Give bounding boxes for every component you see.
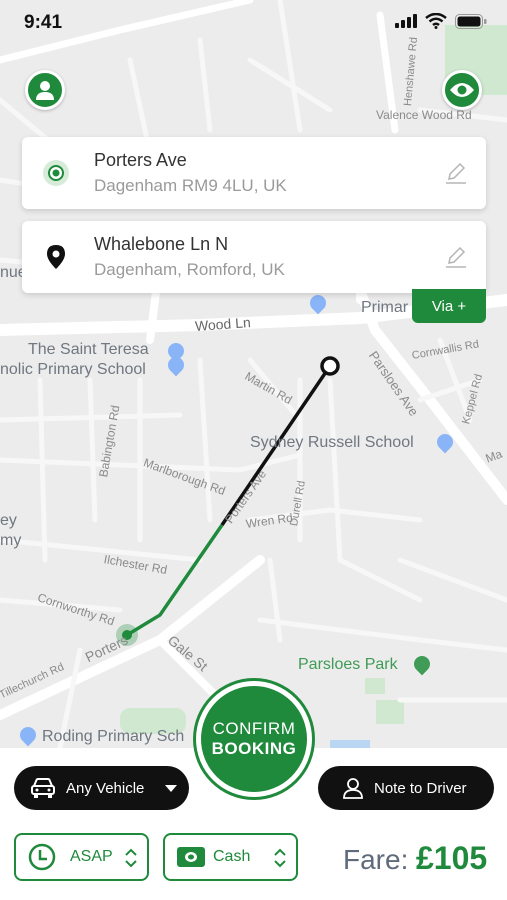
battery-icon [455, 13, 487, 29]
label-ey: ey [0, 512, 17, 529]
confirm-booking-button[interactable]: CONFIRM BOOKING [196, 681, 312, 797]
car-icon [31, 778, 55, 798]
cash-icon [177, 847, 205, 867]
label-roding-primary: Roding Primary Sch [42, 728, 185, 745]
note-to-driver-button[interactable]: Note to Driver [318, 766, 494, 810]
vehicle-selector[interactable]: Any Vehicle [14, 766, 189, 810]
add-via-button[interactable]: Via + [412, 289, 486, 323]
updown-chevron-icon [125, 848, 137, 868]
label-valence-wood-rd: Valence Wood Rd [376, 108, 472, 122]
status-icons [395, 13, 487, 29]
pickup-icon [42, 159, 70, 187]
user-icon [36, 81, 54, 100]
eye-icon [450, 83, 474, 97]
label-parsloes-park: Parsloes Park [298, 656, 398, 673]
updown-chevron-icon [274, 848, 286, 868]
confirm-label-line2: BOOKING [211, 739, 297, 758]
time-select[interactable]: ASAP [14, 833, 149, 881]
time-select-value: ASAP [70, 848, 113, 865]
fare-label: Fare: [343, 844, 409, 875]
payment-select[interactable]: Cash [163, 833, 298, 881]
label-my: my [0, 532, 22, 549]
confirm-label-line1: CONFIRM [212, 719, 296, 738]
booking-screen: Wood Ln The Saint Teresa nolic Primary S… [0, 0, 507, 900]
status-time: 9:41 [24, 12, 63, 33]
edit-dropoff-icon[interactable] [444, 245, 468, 269]
pickup-title: Porters Ave [94, 150, 187, 170]
profile-button[interactable] [25, 70, 65, 110]
caret-down-icon [165, 785, 177, 792]
note-label: Note to Driver [374, 779, 467, 797]
label-catholic-primary: nolic Primary School [0, 361, 146, 378]
label-sydney-russell: Sydney Russell School [250, 434, 414, 451]
view-toggle-button[interactable] [442, 70, 482, 110]
label-saint-teresa: The Saint Teresa [28, 341, 149, 358]
pickup-subtitle: Dagenham RM9 4LU, UK [94, 176, 287, 195]
map-view[interactable]: Wood Ln The Saint Teresa nolic Primary S… [0, 0, 507, 748]
map-pin-icon [42, 243, 70, 271]
wifi-icon [425, 13, 447, 29]
label-primar: Primar [361, 299, 409, 316]
status-bar: 9:41 [0, 0, 507, 44]
edit-pickup-icon[interactable] [444, 161, 468, 185]
payment-select-value: Cash [213, 848, 251, 865]
clock-icon [28, 843, 56, 871]
fare-value: £105 [416, 840, 488, 876]
vehicle-label: Any Vehicle [66, 779, 145, 797]
signal-icon [395, 14, 417, 28]
dropoff-card[interactable]: Whalebone Ln N Dagenham, Romford, UK [22, 221, 486, 293]
dropoff-subtitle: Dagenham, Romford, UK [94, 260, 285, 279]
destination-marker [320, 356, 340, 376]
dropoff-title: Whalebone Ln N [94, 234, 229, 254]
pickup-card[interactable]: Porters Ave Dagenham RM9 4LU, UK [22, 137, 486, 209]
person-outline-icon [343, 778, 363, 799]
